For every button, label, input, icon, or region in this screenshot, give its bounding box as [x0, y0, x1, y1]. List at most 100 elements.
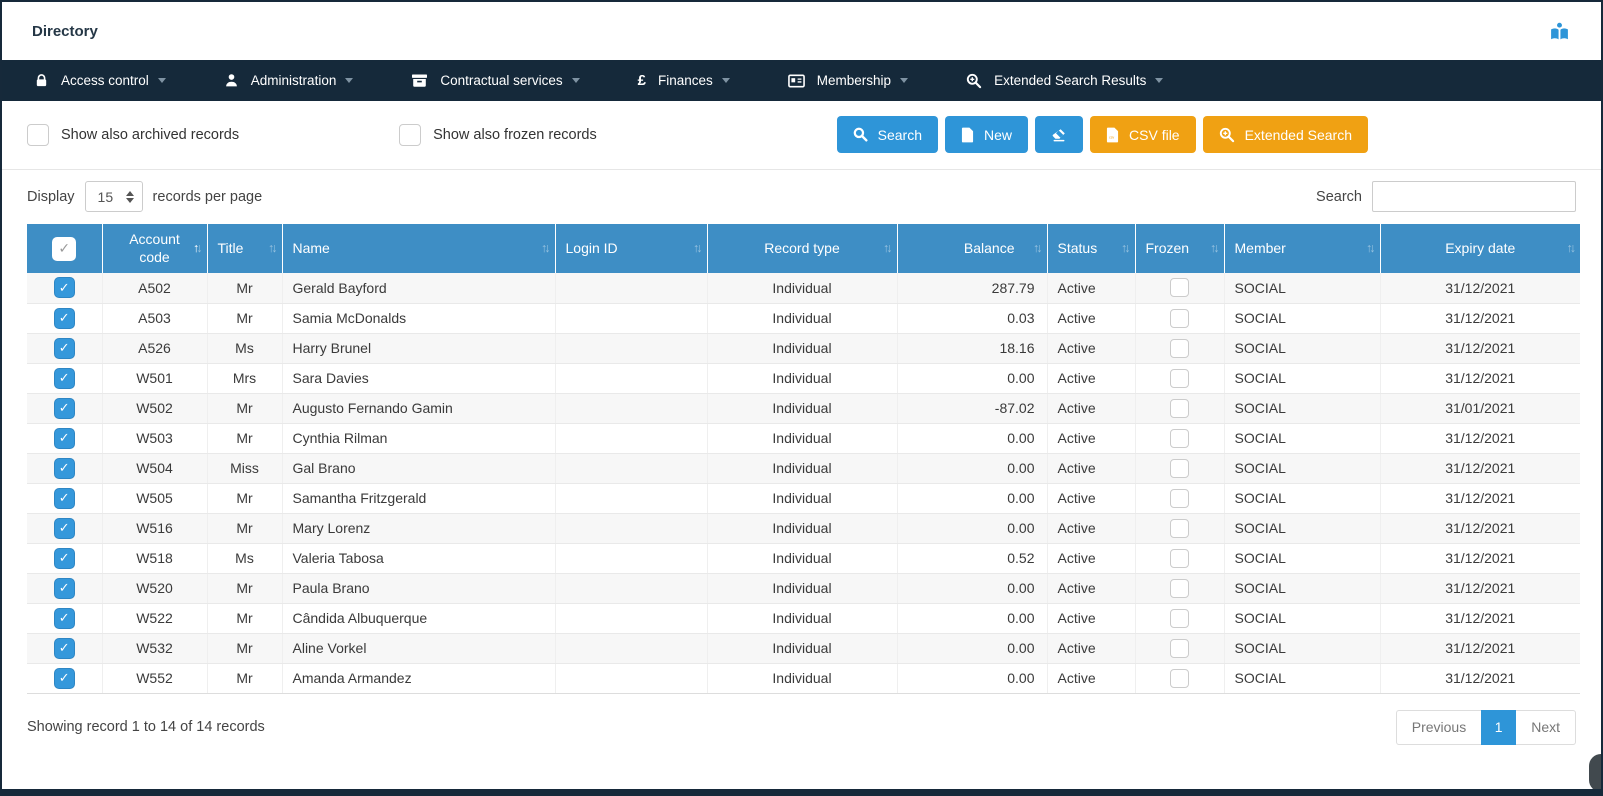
row-select-cell: ✓: [27, 483, 102, 514]
row-checkbox[interactable]: ✓: [53, 577, 75, 599]
nav-item-access-control[interactable]: Access control: [34, 73, 166, 88]
nav-item-extended-search-results[interactable]: Extended Search Results: [966, 73, 1164, 89]
previous-page-button[interactable]: Previous: [1395, 709, 1482, 745]
nav-item-label: Extended Search Results: [994, 73, 1147, 88]
column-header-member[interactable]: Member ↑↓: [1223, 224, 1380, 273]
frozen-checkbox[interactable]: [1170, 488, 1189, 508]
next-page-button[interactable]: Next: [1516, 709, 1576, 745]
frozen-checkbox[interactable]: [1170, 368, 1189, 388]
cell-member: SOCIAL: [1223, 513, 1380, 544]
frozen-checkbox[interactable]: [1170, 668, 1189, 688]
page-1-button[interactable]: 1: [1481, 709, 1517, 745]
row-checkbox[interactable]: ✓: [53, 397, 75, 419]
row-select-cell: ✓: [27, 543, 102, 574]
chevron-down-icon: [721, 78, 730, 83]
cell-balance: 0.52: [896, 543, 1047, 574]
eraser-button[interactable]: [1035, 116, 1084, 153]
column-label: Title: [217, 239, 244, 256]
column-header-account-code[interactable]: Account code ↑↓: [101, 224, 207, 273]
column-header-status[interactable]: Status ↑↓: [1046, 224, 1135, 273]
row-checkbox[interactable]: ✓: [53, 607, 75, 629]
frozen-checkbox[interactable]: [1170, 518, 1189, 538]
row-checkbox[interactable]: ✓: [53, 637, 75, 659]
frozen-checkbox[interactable]: [1170, 548, 1189, 568]
checkbox-show-also-archived-records[interactable]: Show also archived records: [27, 123, 239, 146]
cell-balance: 0.00: [896, 513, 1047, 544]
nav-item-contractual-services[interactable]: Contractual services: [411, 73, 580, 88]
cell-login-id: [554, 543, 707, 574]
column-header-login-id[interactable]: Login ID ↑↓: [554, 224, 707, 273]
clipped-floating-widget[interactable]: [1589, 754, 1601, 789]
column-header-title[interactable]: Title ↑↓: [206, 224, 282, 273]
lock-icon: [34, 73, 49, 88]
frozen-checkbox[interactable]: [1170, 608, 1189, 628]
extended-search-button[interactable]: Extended Search: [1202, 116, 1368, 153]
cell-name: Gal Brano: [281, 453, 555, 484]
search-input[interactable]: [1372, 181, 1576, 212]
cell-frozen: [1134, 513, 1224, 544]
row-checkbox[interactable]: ✓: [53, 337, 75, 359]
nav-item-membership[interactable]: Membership: [787, 73, 909, 88]
column-label: Expiry date: [1445, 239, 1516, 256]
records-table: ✓ Account code ↑↓ Title ↑↓ Name ↑↓ Login ID ↑↓ Re…: [27, 224, 1580, 694]
search-button[interactable]: Search: [836, 116, 938, 153]
cell-member: SOCIAL: [1223, 303, 1380, 334]
select-all-checkbox[interactable]: ✓: [52, 236, 77, 261]
new-button[interactable]: New: [945, 116, 1029, 153]
column-header-expiry-date[interactable]: Expiry date ↑↓: [1379, 224, 1580, 273]
cell-status: Active: [1046, 273, 1135, 304]
row-checkbox[interactable]: ✓: [53, 307, 75, 329]
nav-item-label: Access control: [61, 73, 149, 88]
frozen-checkbox[interactable]: [1170, 398, 1189, 418]
row-select-cell: ✓: [27, 423, 102, 454]
cell-name: Paula Brano: [281, 573, 555, 604]
row-checkbox[interactable]: ✓: [53, 667, 75, 689]
column-header-record-type[interactable]: Record type ↑↓: [706, 224, 897, 273]
cell-title: Mr: [206, 303, 282, 334]
button-label: Search: [877, 126, 922, 143]
row-select-cell: ✓: [27, 333, 102, 364]
cell-balance: 0.00: [896, 663, 1047, 694]
column-header-balance[interactable]: Balance ↑↓: [896, 224, 1047, 273]
frozen-checkbox[interactable]: [1170, 428, 1189, 448]
nav-item-label: Finances: [658, 73, 713, 88]
row-checkbox[interactable]: ✓: [53, 367, 75, 389]
cell-login-id: [554, 393, 707, 424]
cell-record-type: Individual: [706, 513, 897, 544]
show-also-frozen-records-checkbox[interactable]: [399, 123, 422, 146]
sort-arrows-icon: ↑↓: [1366, 240, 1376, 255]
cell-member: SOCIAL: [1223, 483, 1380, 514]
table-row: ✓ W522 Mr Cândida Albuquerque Individual 0.00…: [27, 603, 1580, 634]
frozen-checkbox[interactable]: [1170, 278, 1189, 298]
cell-expiry-date: 31/12/2021: [1379, 423, 1580, 454]
search-plus-icon: [1219, 127, 1235, 143]
nav-item-finances[interactable]: £ Finances: [638, 73, 730, 88]
row-checkbox[interactable]: ✓: [53, 487, 75, 509]
column-header-name[interactable]: Name ↑↓: [281, 224, 555, 273]
frozen-checkbox[interactable]: [1170, 578, 1189, 598]
display-bar: Display 15 records per page Search: [2, 170, 1601, 223]
row-checkbox[interactable]: ✓: [53, 427, 75, 449]
cell-record-type: Individual: [706, 333, 897, 364]
row-checkbox[interactable]: ✓: [53, 547, 75, 569]
column-header-frozen[interactable]: Frozen ↑↓: [1134, 224, 1224, 273]
nav-item-label: Membership: [816, 73, 892, 88]
cell-account-code: A503: [101, 303, 207, 334]
show-also-archived-records-checkbox[interactable]: [27, 123, 49, 146]
checkbox-show-also-frozen-records[interactable]: Show also frozen records: [399, 123, 597, 146]
row-checkbox[interactable]: ✓: [53, 517, 75, 539]
nav-item-administration[interactable]: Administration: [224, 73, 354, 88]
sort-arrows-icon: ↑↓: [193, 240, 203, 255]
frozen-checkbox[interactable]: [1170, 638, 1189, 658]
cell-frozen: [1134, 303, 1224, 334]
row-checkbox[interactable]: ✓: [53, 277, 75, 299]
frozen-checkbox[interactable]: [1170, 338, 1189, 358]
button-label: Extended Search: [1244, 126, 1352, 143]
reader-icon[interactable]: [1547, 19, 1571, 43]
csv-file-button[interactable]: csv CSV file: [1090, 116, 1196, 153]
frozen-checkbox[interactable]: [1170, 308, 1189, 328]
row-checkbox[interactable]: ✓: [53, 457, 75, 479]
frozen-checkbox[interactable]: [1170, 458, 1189, 478]
cell-name: Mary Lorenz: [281, 513, 555, 544]
page-size-select[interactable]: 15: [84, 181, 143, 212]
